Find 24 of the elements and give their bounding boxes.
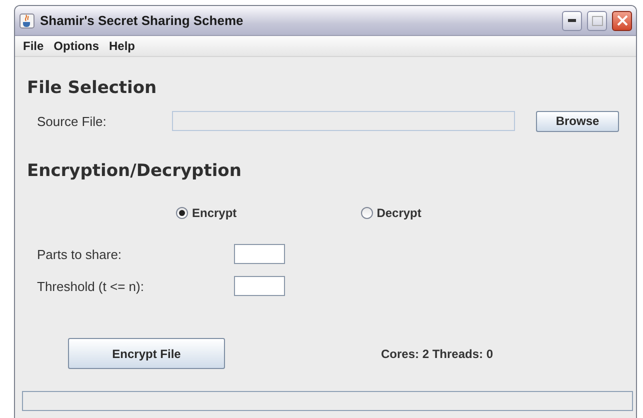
number-field[interactable] (234, 244, 285, 264)
close-icon (616, 15, 628, 26)
java-cup-icon (19, 12, 35, 28)
section-heading: File Selection (27, 77, 158, 99)
browse-button[interactable]: Browse (536, 110, 619, 132)
window-title: Shamir's Secret Sharing Scheme (40, 13, 244, 28)
encrypt-file-button[interactable]: Encrypt File (68, 338, 225, 369)
number-field[interactable] (234, 276, 285, 296)
mode-radio[interactable]: Decrypt (360, 206, 422, 220)
status-text: Cores: 2 Threads: 0 (381, 346, 494, 360)
minimize-button[interactable] (562, 10, 582, 30)
menu-item[interactable]: Help (104, 39, 140, 53)
close-button[interactable] (612, 10, 632, 30)
source-file-field[interactable] (172, 111, 515, 131)
maximize-button[interactable] (587, 10, 607, 30)
maximize-icon (592, 16, 602, 26)
field-label: Threshold (t <= n): (36, 278, 145, 294)
section-heading: Encryption/Decryption (27, 160, 242, 182)
minimize-icon (568, 19, 576, 22)
field-label: Source File: (36, 114, 108, 128)
field-label: Parts to share: (36, 246, 123, 262)
mode-radio[interactable]: Encrypt (176, 206, 237, 220)
menu-item[interactable]: Options (48, 39, 104, 53)
menu-item[interactable]: File (18, 39, 49, 53)
